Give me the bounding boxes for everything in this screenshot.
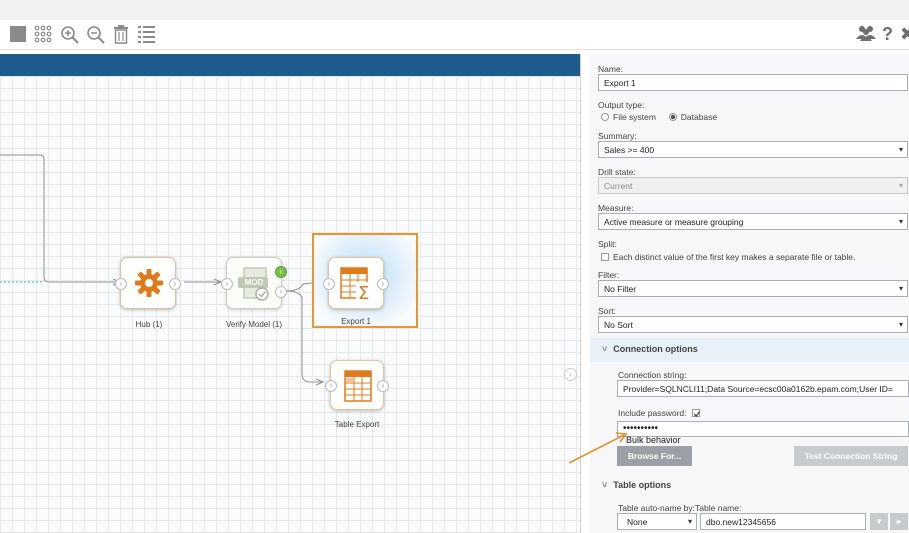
chevron-down-icon: ˅ bbox=[602, 344, 608, 354]
include-password-checkbox[interactable] bbox=[691, 409, 701, 417]
chevron-down-icon: ˅ bbox=[602, 480, 608, 490]
svg-text:Σ: Σ bbox=[358, 283, 369, 301]
output-type-label: Output type: bbox=[598, 100, 645, 110]
connection-options-title: Connection options bbox=[613, 344, 698, 354]
port-right[interactable]: › bbox=[377, 278, 389, 290]
node-hub[interactable]: › › bbox=[115, 257, 181, 309]
name-label: Name: bbox=[598, 64, 624, 74]
chevron-down-icon: ▾ bbox=[898, 145, 903, 154]
port-pass[interactable]: › bbox=[275, 266, 287, 278]
connection-options-header[interactable]: ˅ Connection options bbox=[590, 338, 909, 362]
node-label-verify-model: Verify Model (1) bbox=[225, 320, 283, 329]
list-icon[interactable] bbox=[138, 25, 155, 46]
chevron-down-icon: ▾ bbox=[898, 284, 903, 293]
panel-collapse-handle[interactable]: › bbox=[564, 368, 577, 381]
workflow-canvas[interactable]: › › Hub (1) MOD › › › Verify Model (1) Σ… bbox=[0, 76, 580, 533]
auto-name-value: None bbox=[627, 517, 648, 527]
grid-dots-icon[interactable] bbox=[34, 25, 52, 46]
connection-string-label: Connection string: bbox=[618, 370, 687, 380]
node-label-export1: Export 1 bbox=[341, 317, 371, 326]
stop-square-icon[interactable] bbox=[10, 26, 26, 42]
connector-lines bbox=[0, 154, 325, 386]
toolbar bbox=[0, 20, 909, 50]
summary-select[interactable]: Sales >= 400 ▾ bbox=[598, 141, 908, 158]
name-input[interactable]: Export 1 bbox=[598, 74, 908, 91]
measure-select[interactable]: Active measure or measure grouping ▾ bbox=[598, 213, 908, 230]
help-icon[interactable]: ? bbox=[882, 25, 893, 43]
split-label: Split: bbox=[598, 239, 617, 249]
chevron-down-icon: ▾ bbox=[898, 217, 903, 226]
summary-label: Summary: bbox=[598, 131, 637, 141]
canvas-header-bar bbox=[0, 54, 580, 76]
drill-state-label: Drill state: bbox=[598, 167, 636, 177]
table-sum-icon: Σ bbox=[340, 267, 374, 304]
measure-value: Active measure or measure grouping bbox=[604, 217, 744, 227]
table-options-labels: Table auto-name by:Table name: bbox=[618, 503, 741, 513]
chevron-down-icon: ▾ bbox=[898, 320, 903, 329]
port-left[interactable]: › bbox=[325, 380, 337, 392]
close-icon[interactable]: ✖ bbox=[900, 25, 909, 43]
node-table-export[interactable]: › › bbox=[325, 360, 389, 410]
drill-state-value: Current bbox=[604, 181, 633, 191]
radio-filesystem[interactable] bbox=[601, 113, 609, 121]
users-icon[interactable] bbox=[856, 25, 876, 44]
table-options-header[interactable]: ˅ Table options bbox=[590, 474, 909, 498]
gear-icon bbox=[134, 268, 164, 300]
table-name-input[interactable]: dbo.new12345656 bbox=[700, 513, 866, 530]
include-password-option[interactable]: Include password: bbox=[618, 408, 704, 418]
node-label-table-export: Table Export bbox=[334, 420, 380, 429]
port-left[interactable]: › bbox=[221, 278, 233, 290]
summary-value: Sales >= 400 bbox=[604, 145, 655, 155]
radio-database[interactable] bbox=[668, 113, 677, 121]
filter-select[interactable]: No Filter ▾ bbox=[598, 280, 908, 297]
node-label-hub: Hub (1) bbox=[135, 320, 163, 329]
measure-label: Measure: bbox=[598, 203, 634, 213]
table-name-next-button[interactable]: ▸ bbox=[890, 513, 908, 530]
split-checkbox[interactable] bbox=[601, 253, 609, 261]
port-right[interactable]: › bbox=[169, 278, 181, 290]
sort-label: Sort: bbox=[598, 306, 616, 316]
table-name-dropdown-button[interactable]: ▾ bbox=[870, 513, 888, 530]
chevron-down-icon: ▾ bbox=[687, 517, 692, 526]
filter-value: No Filter bbox=[604, 284, 637, 294]
sort-select[interactable]: No Sort ▾ bbox=[598, 316, 908, 333]
zoom-in-icon[interactable] bbox=[60, 25, 79, 47]
filter-label: Filter: bbox=[598, 270, 620, 280]
drill-state-select: Current ▾ bbox=[598, 177, 908, 194]
include-password-label: Include password: bbox=[618, 408, 687, 418]
chevron-down-icon: ▾ bbox=[898, 181, 903, 190]
node-verify-model[interactable]: MOD › › › bbox=[221, 257, 287, 309]
port-left[interactable]: › bbox=[115, 278, 127, 290]
auto-name-label: Table auto-name by: bbox=[618, 503, 696, 513]
zoom-out-icon[interactable] bbox=[86, 25, 105, 47]
window-top-strip bbox=[0, 0, 909, 20]
table-name-label: Table name: bbox=[695, 503, 742, 513]
model-doc-icon: MOD bbox=[236, 266, 274, 302]
connection-string-input[interactable]: Provider=SQLNCLI11;Data Source=ecsc00a01… bbox=[617, 380, 909, 397]
model-badge-text: MOD bbox=[244, 278, 264, 287]
split-option[interactable]: Each distinct value of the first key mak… bbox=[601, 252, 855, 262]
annotation-arrow bbox=[568, 432, 628, 464]
auto-name-select[interactable]: None ▾ bbox=[617, 513, 697, 530]
table-icon bbox=[344, 370, 372, 404]
port-left[interactable]: › bbox=[323, 278, 335, 290]
port-right[interactable]: › bbox=[377, 380, 389, 392]
sort-value: No Sort bbox=[604, 320, 633, 330]
node-export1[interactable]: Σ › › bbox=[323, 257, 389, 309]
trash-icon[interactable] bbox=[113, 25, 129, 47]
test-connection-button[interactable]: Test Connection String bbox=[794, 446, 908, 466]
output-type-filesystem[interactable]: File system Database bbox=[601, 112, 717, 122]
port-fail[interactable]: › bbox=[275, 286, 287, 298]
table-options-title: Table options bbox=[613, 480, 672, 490]
